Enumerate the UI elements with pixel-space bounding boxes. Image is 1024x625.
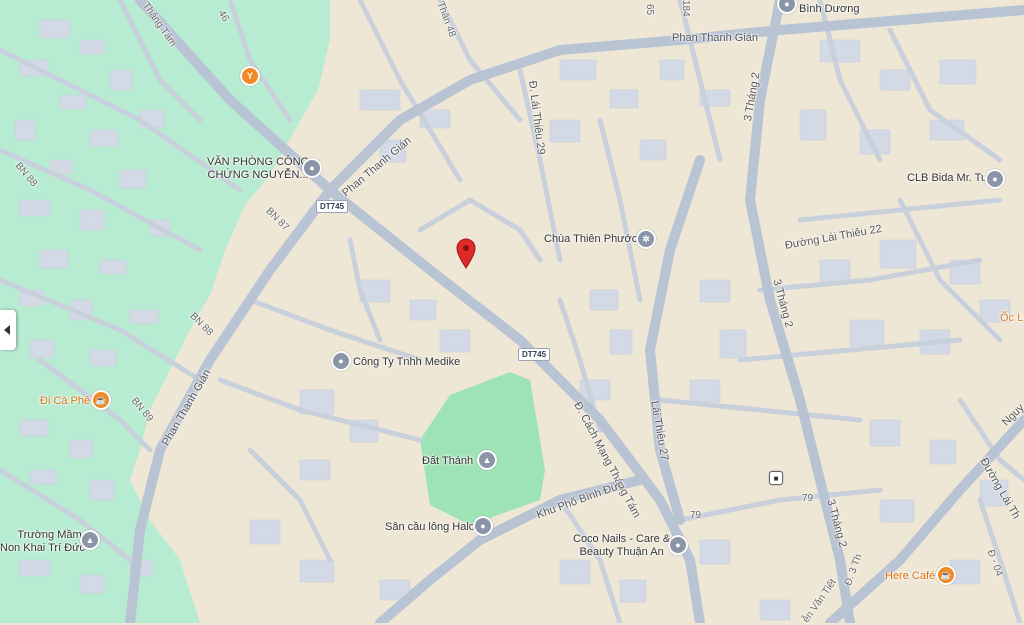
- poi-label-line: CHỨNG NGUYỄN...: [207, 169, 309, 181]
- poi-label-chua-thien-phuoc[interactable]: Chùa Thiên Phước: [544, 233, 637, 246]
- place-icon[interactable]: ●: [302, 158, 322, 178]
- coffee-cup-icon[interactable]: ☕: [936, 565, 956, 585]
- temple-icon[interactable]: ✲: [636, 229, 656, 249]
- place-icon[interactable]: ●: [668, 535, 688, 555]
- poi-label-line: Coco Nails - Care &: [573, 533, 671, 545]
- place-icon[interactable]: ▲: [477, 450, 497, 470]
- poi-label-binh-duong[interactable]: Bình Dương: [799, 3, 859, 16]
- poi-label-medike[interactable]: Công Ty Tnhh Medike: [353, 356, 460, 369]
- route-badge-dt745: DT745: [518, 348, 551, 361]
- poi-label-coco-nails[interactable]: Coco Nails - Care & Beauty Thuận An: [573, 533, 670, 559]
- road-label-79: 79: [690, 510, 702, 521]
- restaurant-icon[interactable]: Y: [240, 66, 260, 86]
- place-icon[interactable]: ●: [331, 351, 351, 371]
- poi-label-truong-mam-non[interactable]: Trường Mầm Non Khai Trí Đức: [0, 529, 85, 555]
- route-badge-dt745: DT745: [316, 200, 349, 213]
- poi-label-clb-bida[interactable]: CLB Bida Mr. Tui: [907, 172, 990, 185]
- poi-label-oc[interactable]: Ốc Li: [1000, 312, 1024, 325]
- road-label-79: 79: [802, 493, 814, 504]
- road-label-65: 65: [644, 4, 655, 16]
- collapse-panel-button[interactable]: [0, 310, 16, 350]
- place-icon[interactable]: ●: [473, 516, 493, 536]
- poi-label-line: Trường Mầm: [17, 529, 82, 541]
- bus-stop-icon[interactable]: ■: [769, 471, 783, 485]
- poi-label-di-ca-phe[interactable]: Đi Cà Phê: [40, 395, 90, 408]
- place-icon[interactable]: ●: [985, 169, 1005, 189]
- poi-label-van-phong-cong-chung[interactable]: VĂN PHÒNG CÔNG CHỨNG NGUYỄN...: [207, 156, 309, 182]
- poi-label-line: Beauty Thuận An: [579, 546, 664, 558]
- poi-label-here-cafe[interactable]: Here Café: [885, 570, 935, 583]
- school-icon[interactable]: ▲: [80, 530, 100, 550]
- coffee-cup-icon[interactable]: ☕: [91, 390, 111, 410]
- map-canvas[interactable]: [0, 0, 1024, 623]
- poi-label-san-cau-long[interactable]: Sân cầu lông Halo: [385, 521, 475, 534]
- road-label-184: 184: [680, 0, 691, 17]
- road-label-phan-thanh-gian: Phan Thanh Gián: [672, 32, 759, 44]
- poi-label-line: Non Khai Trí Đức: [0, 542, 86, 554]
- poi-label-dat-thanh[interactable]: Đất Thánh: [422, 455, 473, 468]
- poi-label-line: VĂN PHÒNG CÔNG: [207, 156, 310, 168]
